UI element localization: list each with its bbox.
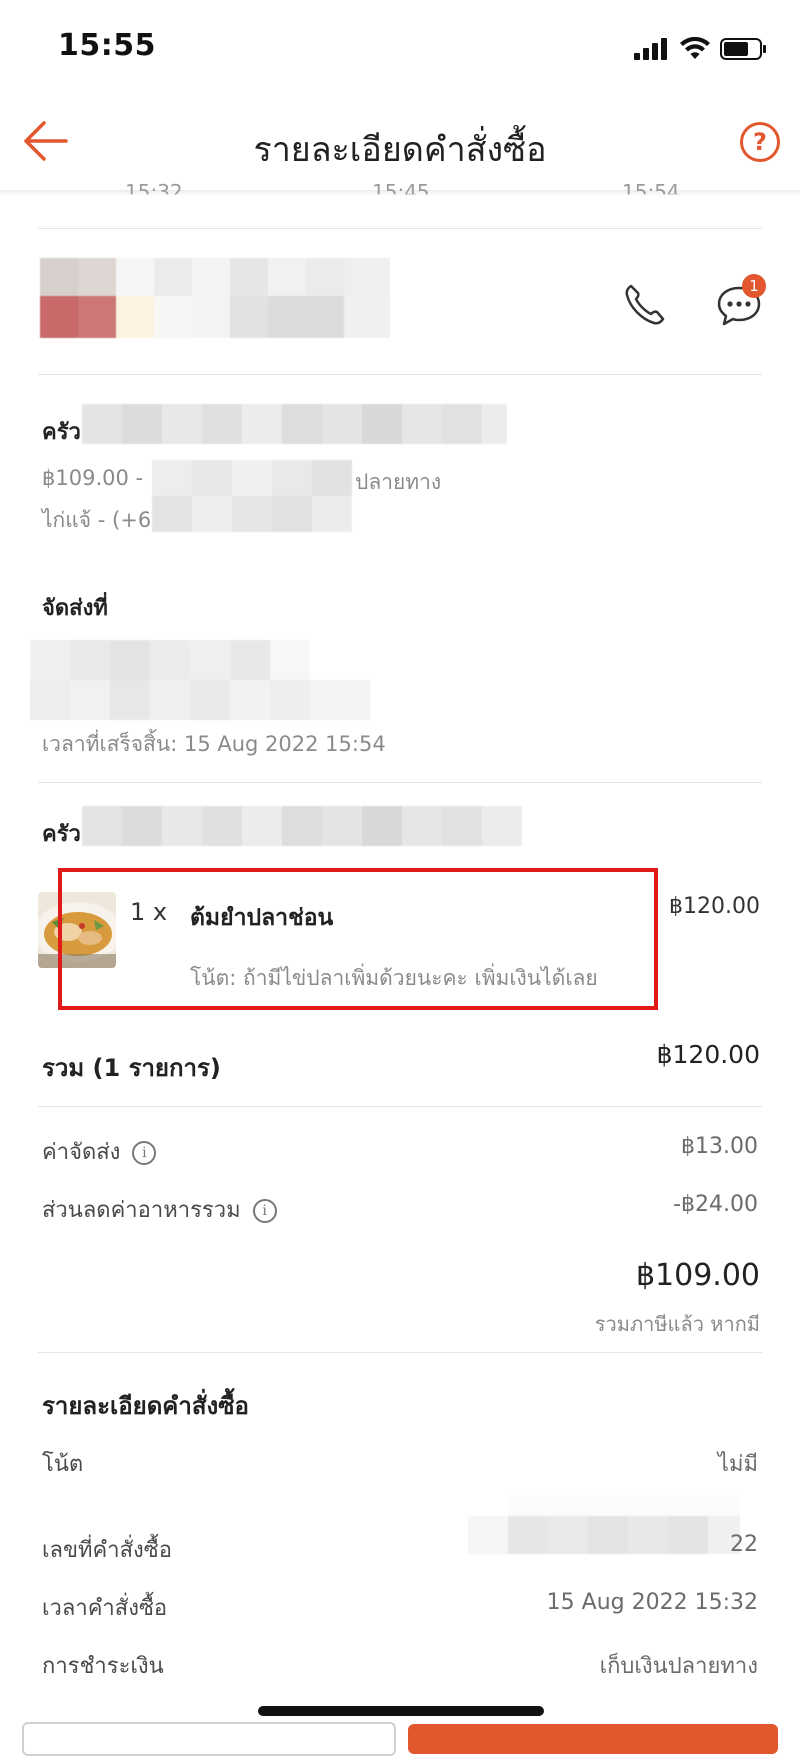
discount-value: -฿24.00 xyxy=(673,1192,758,1217)
timeline-time-3: 15:54 xyxy=(622,180,680,204)
order-time-label: เวลาคำสั่งซื้อ xyxy=(42,1596,168,1621)
pickup-redacted xyxy=(82,404,507,452)
delivery-title: จัดส่งที่ xyxy=(42,596,108,621)
discount-row: ส่วนลดค่าอาหารรวม i xyxy=(42,1192,277,1227)
total-value: ฿109.00 xyxy=(635,1258,760,1293)
status-time: 15:55 xyxy=(58,28,156,63)
driver-info-redacted xyxy=(40,258,390,340)
chat-button[interactable]: 1 xyxy=(714,274,770,330)
pickup-price-line: ฿109.00 - xyxy=(42,466,144,490)
pickup-contact-redacted xyxy=(152,460,362,532)
divider xyxy=(38,1106,762,1107)
pickup-contact: ไก่แจ้ - (+6 xyxy=(42,508,152,532)
subtotal-value: ฿120.00 xyxy=(656,1040,760,1069)
timeline-time-1: 15:32 xyxy=(125,180,183,204)
battery-icon xyxy=(720,38,766,60)
delivery-address-redacted xyxy=(30,640,410,720)
subtotal-label: รวม (1 รายการ) xyxy=(42,1054,221,1082)
cellular-signal-icon xyxy=(634,38,667,60)
call-button[interactable] xyxy=(620,280,670,330)
secondary-action-button[interactable] xyxy=(22,1722,396,1756)
delivery-fee-label: ค่าจัดส่ง xyxy=(42,1140,121,1165)
info-icon[interactable]: i xyxy=(132,1141,157,1165)
order-time-value: 15 Aug 2022 15:32 xyxy=(546,1590,758,1615)
help-button[interactable]: ? xyxy=(740,122,780,162)
tax-note: รวมภาษีแล้ว หากมี xyxy=(594,1312,760,1336)
delivery-fee-row: ค่าจัดส่ง i xyxy=(42,1134,157,1169)
highlight-box xyxy=(58,868,658,1010)
chat-badge: 1 xyxy=(742,274,766,298)
status-icons xyxy=(634,34,768,64)
pickup-payment-suffix: ปลายทาง xyxy=(355,470,442,494)
wifi-icon xyxy=(680,37,710,59)
payment-value: เก็บเงินปลายทาง xyxy=(599,1654,758,1679)
item-price: ฿120.00 xyxy=(669,894,760,919)
order-number-label: เลขที่คำสั่งซื้อ xyxy=(42,1538,172,1563)
details-title: รายละเอียดคำสั่งซื้อ xyxy=(42,1392,249,1420)
pickup-restaurant-title: ครัว xyxy=(42,420,81,445)
note-label: โน้ต xyxy=(42,1452,84,1477)
order-restaurant-redacted xyxy=(82,806,537,854)
divider xyxy=(38,374,762,375)
primary-action-button[interactable] xyxy=(408,1724,778,1754)
divider xyxy=(38,782,762,783)
delivery-fee-value: ฿13.00 xyxy=(681,1134,758,1159)
page-title: รายละเอียดคำสั่งซื้อ xyxy=(253,130,547,170)
home-indicator xyxy=(258,1706,544,1716)
phone-icon xyxy=(625,284,665,325)
order-number-redacted xyxy=(468,1496,740,1574)
help-icon: ? xyxy=(753,128,767,156)
divider xyxy=(38,1352,762,1353)
divider xyxy=(38,228,762,229)
payment-label: การชำระเงิน xyxy=(42,1654,164,1679)
note-value: ไม่มี xyxy=(717,1452,758,1477)
order-restaurant-title: ครัว xyxy=(42,822,81,847)
order-number-suffix: 22 xyxy=(730,1532,758,1557)
info-icon[interactable]: i xyxy=(252,1199,277,1223)
timeline-time-2: 15:45 xyxy=(372,180,430,204)
discount-label: ส่วนลดค่าอาหารรวม xyxy=(42,1198,241,1223)
delivery-completed-time: เวลาที่เสร็จสิ้น: 15 Aug 2022 15:54 xyxy=(42,732,386,756)
